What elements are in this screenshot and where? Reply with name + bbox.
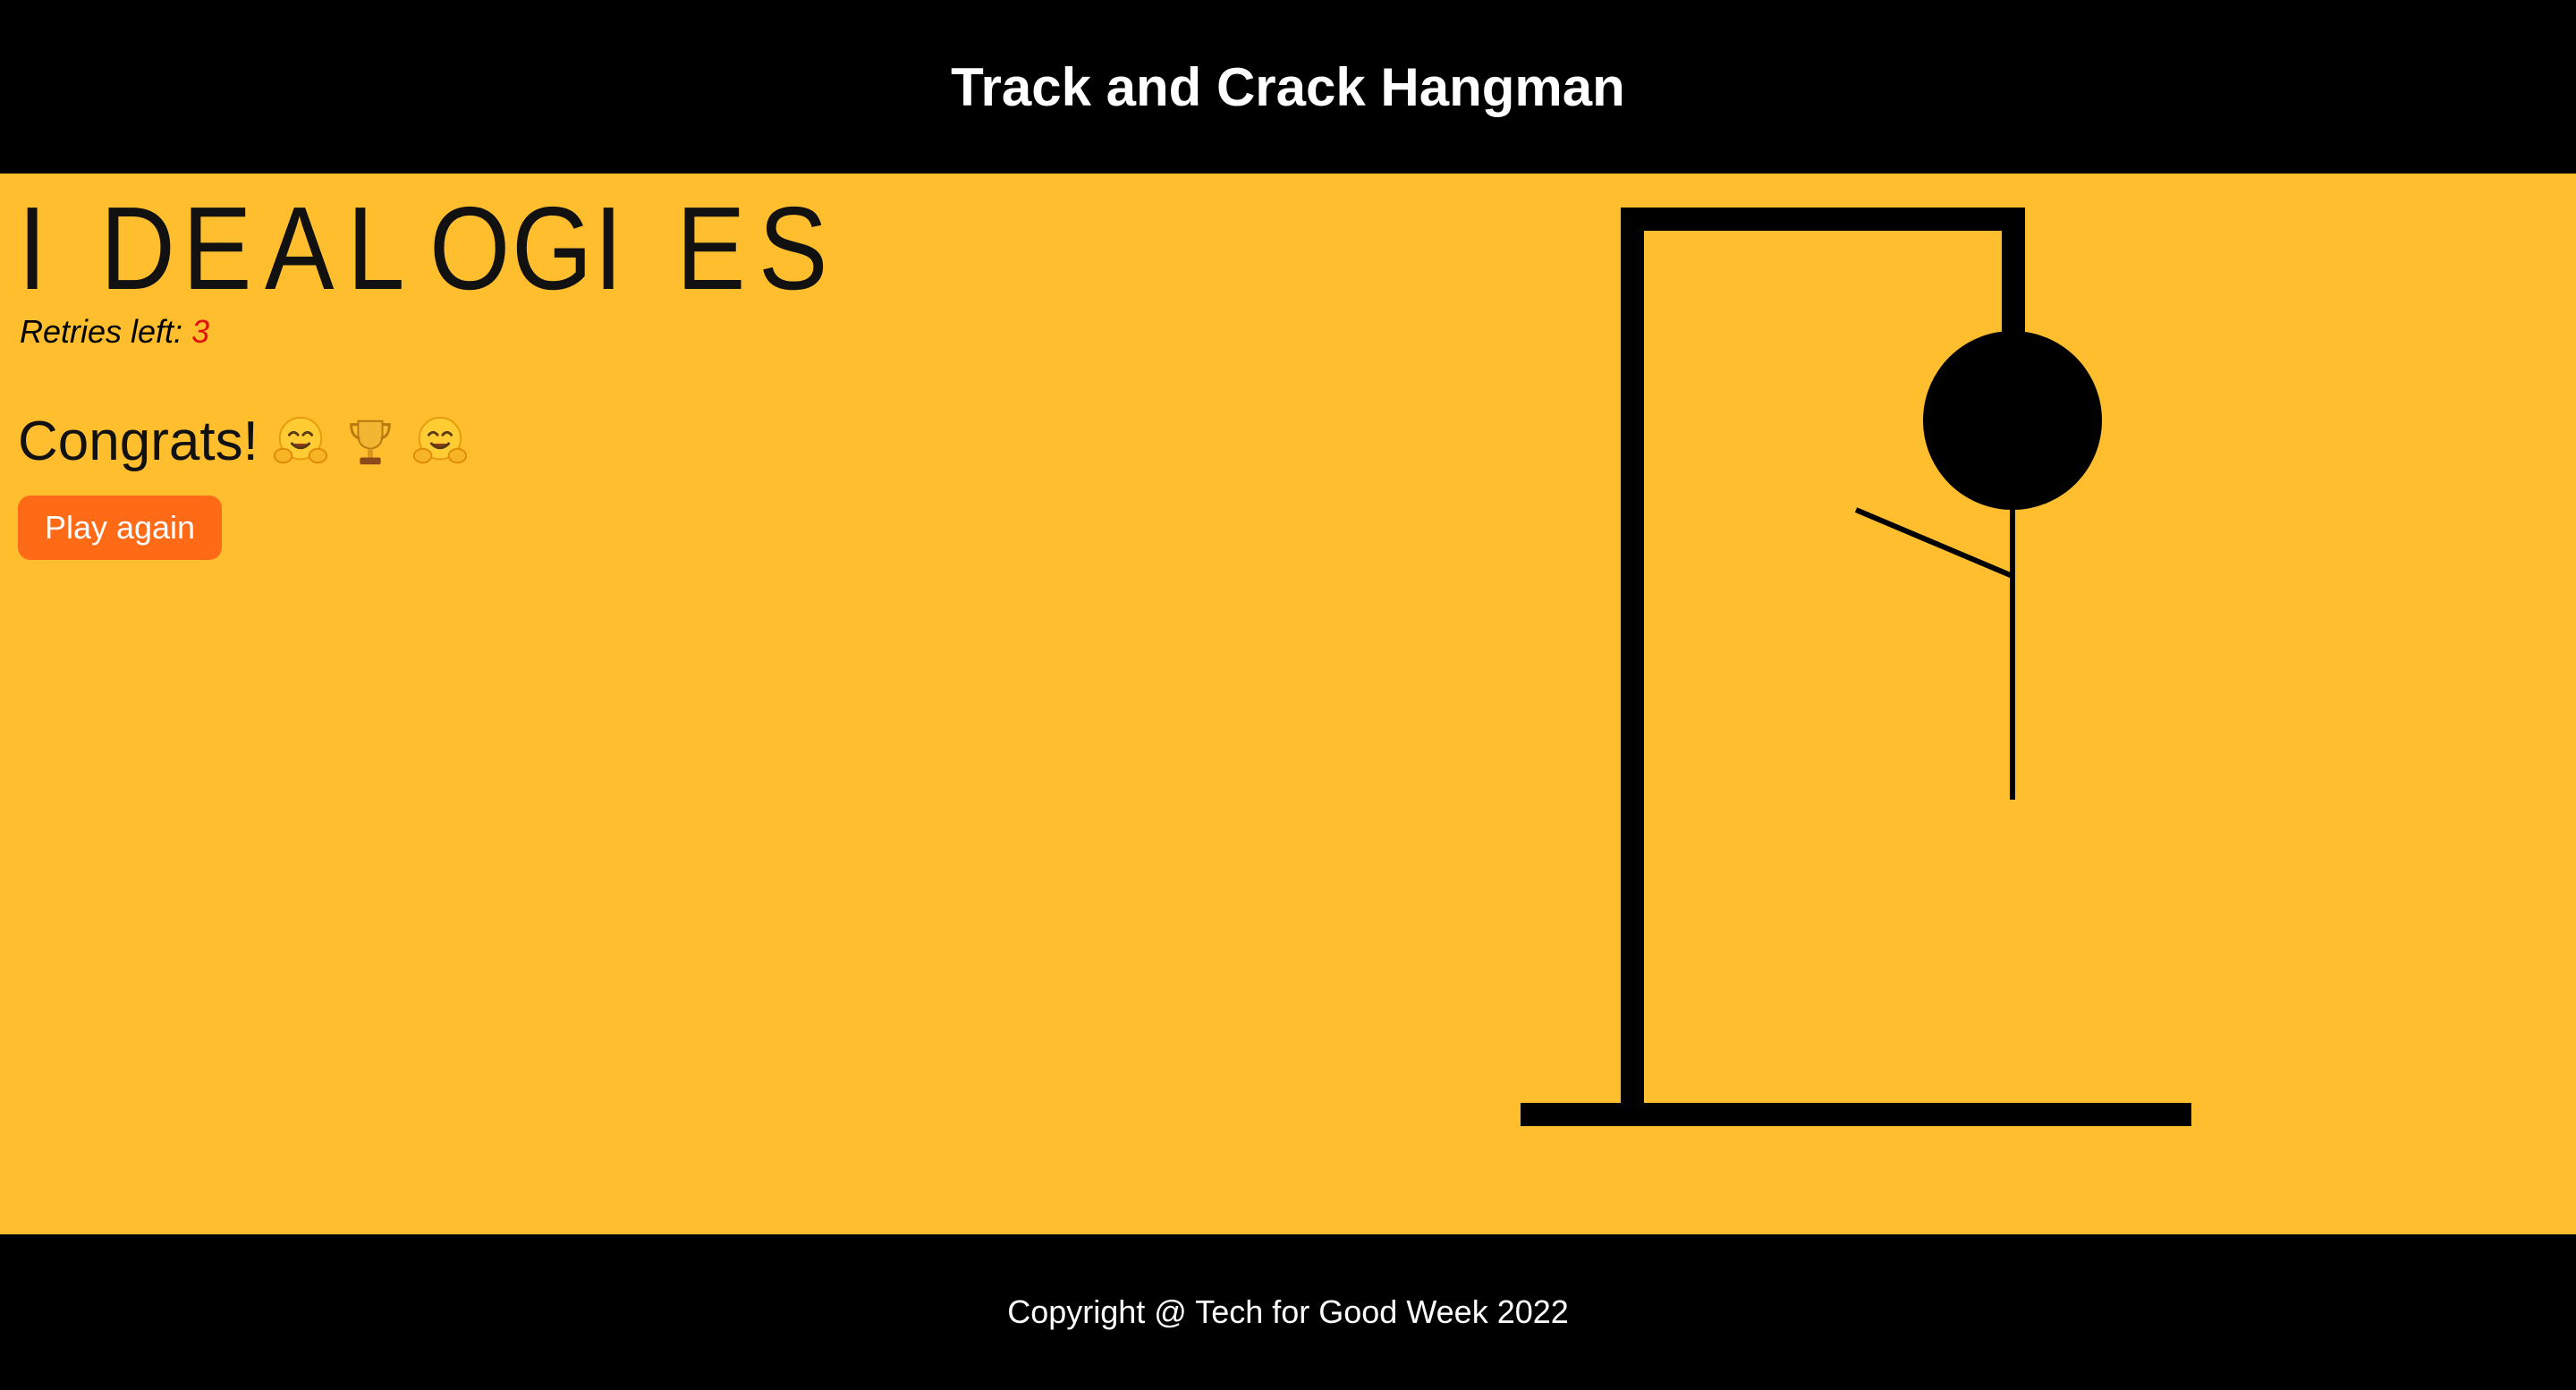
- gallows-beam: [1621, 208, 2025, 231]
- hangman-left-arm: [1854, 507, 2014, 579]
- gallows-rope: [2002, 208, 2025, 335]
- game-area: I D E A L O G I E S Retries left: 3 Cong…: [0, 174, 2576, 1234]
- site-header: Track and Crack Hangman: [0, 0, 2576, 174]
- gallows-post: [1621, 208, 1644, 1111]
- site-footer: Copyright @ Tech for Good Week 2022: [0, 1234, 2576, 1390]
- hangman-page: Track and Crack Hangman I D E A L O G I …: [0, 0, 2576, 1390]
- copyright-text: Copyright @ Tech for Good Week 2022: [1007, 1293, 1569, 1330]
- page-title: Track and Crack Hangman: [951, 56, 1625, 117]
- hangman-drawing: [1521, 208, 2191, 1126]
- hangman-head: [1923, 331, 2102, 510]
